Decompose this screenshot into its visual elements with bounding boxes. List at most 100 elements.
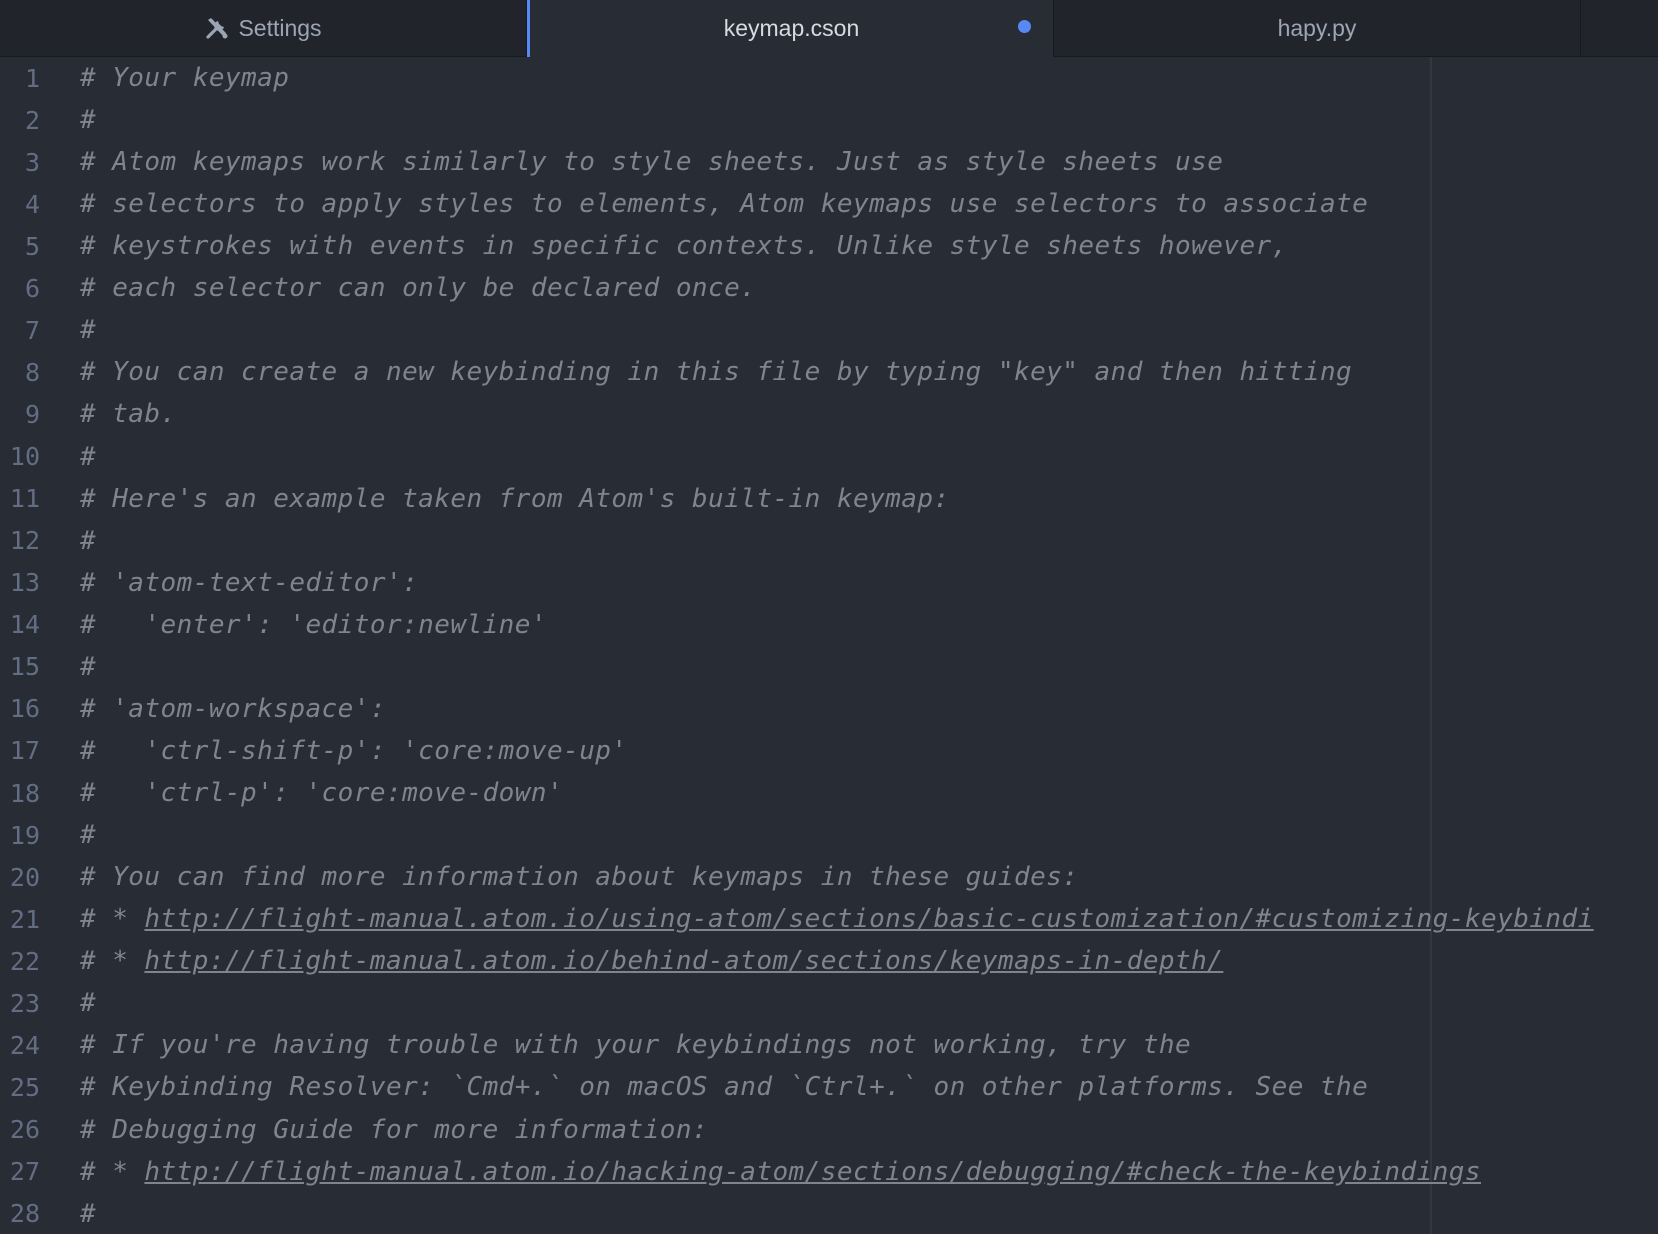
code-text: # bbox=[80, 526, 96, 556]
line-number[interactable]: 13 bbox=[0, 568, 40, 597]
text-editor[interactable]: 1 # Your keymap 2 #3 # Atom keymaps work sim… bbox=[0, 57, 1658, 1234]
comment-text: # 'atom-text-editor': bbox=[80, 567, 419, 598]
code-line[interactable]: 5 # keystrokes with events in specific co… bbox=[0, 225, 1658, 267]
comment-text: # If you're having trouble with your key… bbox=[80, 1030, 1192, 1061]
line-number[interactable]: 5 bbox=[0, 232, 40, 261]
code-line[interactable]: 24 # If you're having trouble with your k… bbox=[0, 1024, 1658, 1066]
code-line[interactable]: 28 # bbox=[0, 1193, 1658, 1234]
code-line[interactable]: 19 # bbox=[0, 814, 1658, 856]
line-number[interactable]: 15 bbox=[0, 652, 40, 681]
tab-label: keymap.cson bbox=[723, 15, 860, 41]
code-line[interactable]: 10 # bbox=[0, 436, 1658, 478]
line-number[interactable]: 23 bbox=[0, 989, 40, 1018]
code-text: # keystrokes with events in specific con… bbox=[80, 231, 1288, 261]
comment-text: # Here's an example taken from Atom's bu… bbox=[80, 483, 950, 514]
line-number[interactable]: 27 bbox=[0, 1157, 40, 1186]
code-line[interactable]: 4 # selectors to apply styles to elements… bbox=[0, 183, 1658, 225]
code-line[interactable]: 12 # bbox=[0, 520, 1658, 562]
code-text: # 'enter': 'editor:newline' bbox=[80, 610, 547, 640]
line-number[interactable]: 24 bbox=[0, 1031, 40, 1060]
comment-text: # Keybinding Resolver: `Cmd+.` on macOS … bbox=[80, 1072, 1369, 1103]
line-number[interactable]: 10 bbox=[0, 442, 40, 471]
code-line[interactable]: 16 # 'atom-workspace': bbox=[0, 688, 1658, 730]
code-text: # Here's an example taken from Atom's bu… bbox=[80, 484, 950, 514]
line-number[interactable]: 22 bbox=[0, 947, 40, 976]
line-number[interactable]: 25 bbox=[0, 1073, 40, 1102]
code-line[interactable]: 14 # 'enter': 'editor:newline' bbox=[0, 604, 1658, 646]
url-link[interactable]: http://flight-manual.atom.io/hacking-ato… bbox=[144, 1157, 1481, 1187]
comment-text: # bbox=[80, 1198, 97, 1229]
comment-text: # keystrokes with events in specific con… bbox=[80, 231, 1288, 262]
code-line[interactable]: 17 # 'ctrl-shift-p': 'core:move-up' bbox=[0, 730, 1658, 772]
line-number[interactable]: 28 bbox=[0, 1199, 40, 1228]
modified-indicator-icon bbox=[1018, 20, 1031, 33]
line-number[interactable]: 8 bbox=[0, 358, 40, 387]
code-line[interactable]: 18 # 'ctrl-p': 'core:move-down' bbox=[0, 772, 1658, 814]
code-line[interactable]: 1 # Your keymap bbox=[0, 57, 1658, 99]
line-number[interactable]: 4 bbox=[0, 190, 40, 219]
line-number[interactable]: 1 bbox=[0, 64, 40, 93]
code-line[interactable]: 13 # 'atom-text-editor': bbox=[0, 562, 1658, 604]
code-line[interactable]: 2 # bbox=[0, 99, 1658, 141]
code-line[interactable]: 21 # * http://flight-manual.atom.io/using… bbox=[0, 898, 1658, 940]
code-text: # * http://flight-manual.atom.io/behind-… bbox=[80, 946, 1223, 976]
line-number[interactable]: 16 bbox=[0, 694, 40, 723]
code-text: # bbox=[80, 652, 96, 682]
comment-text: # bbox=[80, 820, 97, 851]
code-line[interactable]: 25 # Keybinding Resolver: `Cmd+.` on macO… bbox=[0, 1066, 1658, 1108]
tab-bar-empty-space[interactable] bbox=[1581, 0, 1658, 56]
code-text: # bbox=[80, 820, 96, 850]
line-number[interactable]: 17 bbox=[0, 736, 40, 765]
code-text: # selectors to apply styles to elements,… bbox=[80, 189, 1368, 219]
line-number[interactable]: 2 bbox=[0, 106, 40, 135]
url-link[interactable]: http://flight-manual.atom.io/using-atom/… bbox=[144, 904, 1593, 934]
code-line[interactable]: 22 # * http://flight-manual.atom.io/behin… bbox=[0, 940, 1658, 982]
code-line[interactable]: 7 # bbox=[0, 309, 1658, 351]
code-text: # 'atom-workspace': bbox=[80, 694, 386, 724]
tab-bar: Settings keymap.cson hapy.py bbox=[0, 0, 1658, 57]
code-text: # Debugging Guide for more information: bbox=[80, 1115, 708, 1145]
comment-text: # bbox=[80, 651, 97, 682]
code-text: # each selector can only be declared onc… bbox=[80, 273, 756, 303]
code-line[interactable]: 27 # * http://flight-manual.atom.io/hacki… bbox=[0, 1151, 1658, 1193]
line-number[interactable]: 18 bbox=[0, 779, 40, 808]
tab-hapy-py[interactable]: hapy.py bbox=[1054, 0, 1581, 56]
code-text: # Keybinding Resolver: `Cmd+.` on macOS … bbox=[80, 1072, 1368, 1102]
comment-text: # 'ctrl-shift-p': 'core:move-up' bbox=[80, 735, 628, 766]
comment-text: # tab. bbox=[80, 399, 177, 430]
code-line[interactable]: 20 # You can find more information about … bbox=[0, 856, 1658, 898]
code-line[interactable]: 3 # Atom keymaps work similarly to style … bbox=[0, 141, 1658, 183]
code-text: # Atom keymaps work similarly to style s… bbox=[80, 147, 1223, 177]
comment-text: # Atom keymaps work similarly to style s… bbox=[80, 147, 1224, 178]
code-line[interactable]: 26 # Debugging Guide for more information… bbox=[0, 1109, 1658, 1151]
line-number[interactable]: 14 bbox=[0, 610, 40, 639]
line-number[interactable]: 21 bbox=[0, 905, 40, 934]
code-line[interactable]: 9 # tab. bbox=[0, 393, 1658, 435]
code-line[interactable]: 23 # bbox=[0, 982, 1658, 1024]
code-text: # * http://flight-manual.atom.io/using-a… bbox=[80, 904, 1594, 934]
line-number[interactable]: 19 bbox=[0, 821, 40, 850]
code-text: # bbox=[80, 105, 96, 135]
tab-keymap-cson[interactable]: keymap.cson bbox=[527, 0, 1054, 57]
code-line[interactable]: 15 # bbox=[0, 646, 1658, 688]
comment-text: # bbox=[80, 525, 97, 556]
comment-text: # bbox=[80, 441, 97, 472]
line-number[interactable]: 6 bbox=[0, 274, 40, 303]
line-number[interactable]: 7 bbox=[0, 316, 40, 345]
code-line[interactable]: 6 # each selector can only be declared on… bbox=[0, 267, 1658, 309]
comment-text: # You can find more information about ke… bbox=[80, 862, 1079, 893]
line-number[interactable]: 9 bbox=[0, 400, 40, 429]
line-number[interactable]: 3 bbox=[0, 148, 40, 177]
line-number[interactable]: 11 bbox=[0, 484, 40, 513]
line-number[interactable]: 20 bbox=[0, 863, 40, 892]
code-line[interactable]: 8 # You can create a new keybinding in th… bbox=[0, 351, 1658, 393]
code-line[interactable]: 11 # Here's an example taken from Atom's … bbox=[0, 478, 1658, 520]
code-text: # Your keymap bbox=[80, 63, 289, 93]
comment-text: # You can create a new keybinding in thi… bbox=[80, 357, 1353, 388]
url-link[interactable]: http://flight-manual.atom.io/behind-atom… bbox=[144, 946, 1223, 976]
line-number[interactable]: 26 bbox=[0, 1115, 40, 1144]
line-number[interactable]: 12 bbox=[0, 526, 40, 555]
tab-settings[interactable]: Settings bbox=[0, 0, 527, 56]
tools-icon bbox=[204, 15, 230, 41]
code-text: # * http://flight-manual.atom.io/hacking… bbox=[80, 1157, 1481, 1187]
